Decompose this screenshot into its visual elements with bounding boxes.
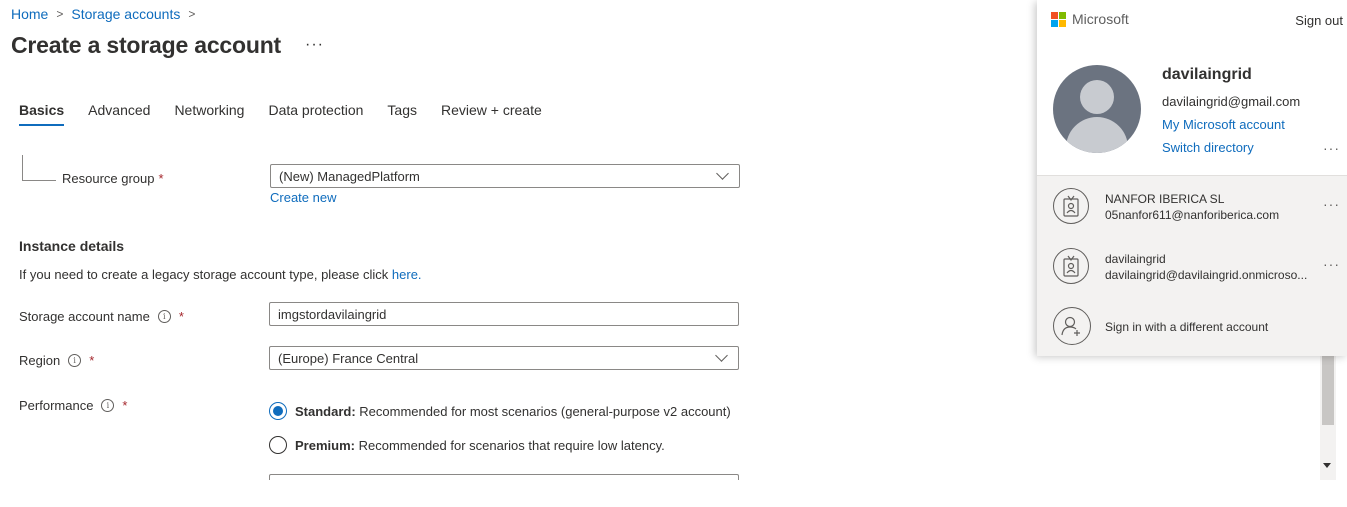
account-panel-header: Microsoft Sign out davilaingrid davilain… — [1037, 0, 1347, 175]
breadcrumb-home-link[interactable]: Home — [11, 6, 48, 22]
account-name[interactable]: davilaingrid — [1105, 252, 1166, 266]
next-field-partial — [269, 474, 739, 480]
chevron-right-icon: > — [188, 7, 196, 21]
performance-label: Performance i * — [19, 398, 127, 413]
region-value: (Europe) France Central — [278, 350, 419, 366]
tab-basics[interactable]: Basics — [19, 102, 65, 126]
premium-title: Premium: — [295, 437, 355, 453]
switch-directory-link[interactable]: Switch directory — [1162, 140, 1254, 155]
required-marker: * — [178, 309, 184, 324]
performance-label-text: Performance — [19, 398, 94, 413]
info-icon[interactable]: i — [101, 399, 115, 412]
account-list: NANFOR IBERICA SL 05nanfor611@nanforiber… — [1037, 175, 1347, 356]
radio-selected[interactable] — [269, 402, 287, 420]
tab-data-protection[interactable]: Data protection — [268, 102, 363, 126]
account-email[interactable]: 05nanfor611@nanforiberica.com — [1105, 208, 1279, 222]
resource-group-dropdown[interactable]: (New) ManagedPlatform — [270, 164, 740, 188]
tab-review-create[interactable]: Review + create — [441, 102, 542, 126]
performance-premium-option[interactable]: Premium: Recommended for scenarios that … — [269, 436, 665, 454]
page-title: Create a storage account — [11, 32, 282, 58]
required-marker: * — [158, 171, 164, 186]
region-label-text: Region — [19, 353, 61, 368]
microsoft-brand: Microsoft — [1072, 11, 1129, 27]
required-marker: * — [122, 398, 128, 413]
radio-unselected[interactable] — [269, 436, 287, 454]
microsoft-logo: Microsoft — [1051, 11, 1129, 27]
badge-icon — [1053, 188, 1089, 224]
more-icon[interactable]: ··· — [1323, 256, 1340, 272]
add-person-icon[interactable] — [1053, 307, 1091, 345]
more-icon[interactable]: ··· — [1323, 140, 1340, 156]
region-dropdown[interactable]: (Europe) France Central — [269, 346, 739, 370]
scroll-down-arrow-icon[interactable] — [1323, 463, 1331, 468]
chevron-right-icon: > — [56, 7, 64, 21]
tab-bar: Basics Advanced Networking Data protecti… — [19, 102, 542, 126]
chevron-down-icon — [716, 167, 729, 180]
required-marker: * — [89, 353, 95, 368]
sign-out-button[interactable]: Sign out — [1295, 13, 1343, 28]
performance-standard-option[interactable]: Standard: Recommended for most scenarios… — [269, 402, 731, 420]
account-name[interactable]: NANFOR IBERICA SL — [1105, 192, 1224, 206]
storage-account-name-input[interactable]: imgstordavilaingrid — [269, 302, 739, 326]
avatar — [1053, 65, 1141, 153]
storage-account-name-label: Storage account name i * — [19, 309, 184, 324]
badge-icon — [1053, 248, 1089, 284]
standard-desc: Recommended for most scenarios (general-… — [359, 403, 731, 419]
legacy-text-body: If you need to create a legacy storage a… — [19, 267, 389, 282]
info-icon[interactable]: i — [68, 354, 82, 367]
create-new-link[interactable]: Create new — [270, 190, 336, 205]
standard-title: Standard: — [295, 403, 356, 419]
chevron-down-icon — [715, 349, 728, 362]
microsoft-logo-icon — [1051, 11, 1066, 27]
user-name: davilaingrid — [1162, 66, 1252, 83]
storage-account-name-label-text: Storage account name — [19, 309, 150, 324]
my-microsoft-account-link[interactable]: My Microsoft account — [1162, 117, 1285, 132]
resource-group-label-text: Resource group — [62, 171, 155, 186]
premium-desc: Recommended for scenarios that require l… — [358, 437, 665, 453]
sign-in-different-account-link[interactable]: Sign in with a different account — [1105, 320, 1268, 334]
storage-account-name-value: imgstordavilaingrid — [278, 306, 387, 322]
tab-advanced[interactable]: Advanced — [88, 102, 150, 126]
instance-details-heading: Instance details — [19, 238, 125, 254]
info-icon[interactable]: i — [157, 310, 171, 323]
region-label: Region i * — [19, 353, 94, 368]
user-email: davilaingrid@gmail.com — [1162, 94, 1301, 109]
tree-connector — [22, 180, 56, 181]
tree-connector — [22, 155, 23, 181]
account-email[interactable]: davilaingrid@davilaingrid.onmicroso... — [1105, 268, 1307, 282]
more-icon[interactable]: ··· — [1323, 196, 1340, 212]
breadcrumb-storage-accounts-link[interactable]: Storage accounts — [71, 6, 180, 22]
tab-tags[interactable]: Tags — [387, 102, 417, 126]
resource-group-value: (New) ManagedPlatform — [279, 168, 420, 184]
legacy-here-link[interactable]: here. — [392, 267, 422, 282]
scrollbar-thumb[interactable] — [1322, 355, 1334, 425]
more-options-button[interactable]: ··· — [305, 36, 324, 54]
tab-networking[interactable]: Networking — [174, 102, 244, 126]
legacy-text: If you need to create a legacy storage a… — [19, 267, 422, 282]
resource-group-label: Resource group * — [62, 171, 164, 186]
account-panel: Microsoft Sign out davilaingrid davilain… — [1037, 0, 1347, 356]
breadcrumb: Home > Storage accounts > — [11, 6, 195, 22]
